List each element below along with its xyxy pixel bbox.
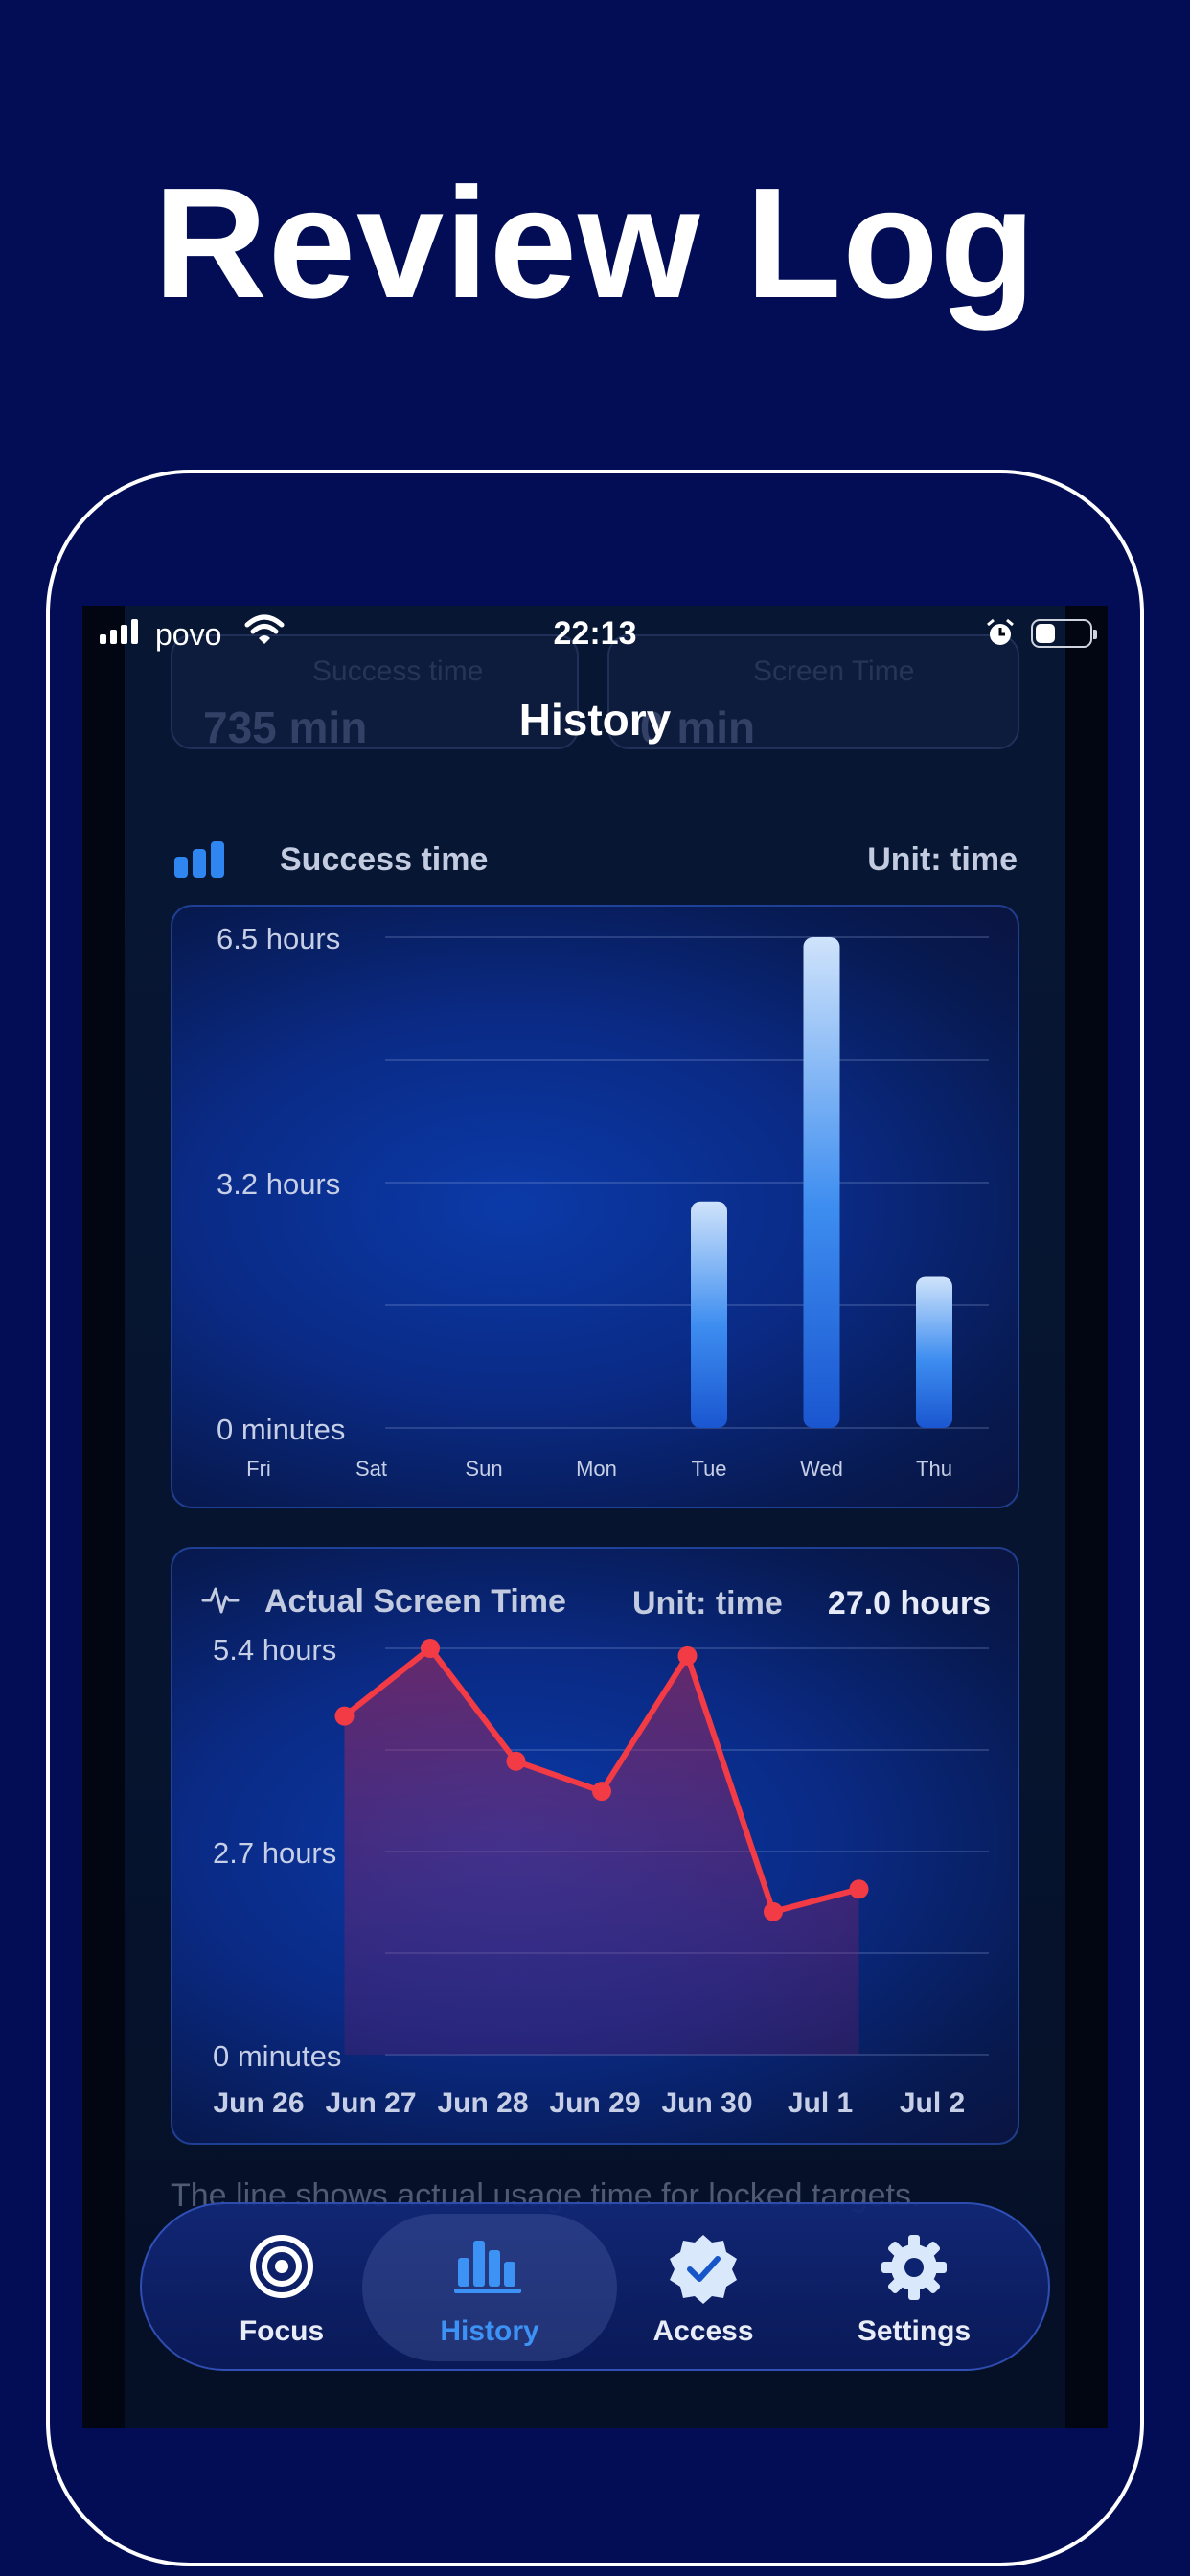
y-tick-label: 0 minutes — [217, 1413, 345, 1446]
x-tick-label: Mon — [576, 1457, 617, 1481]
bar — [916, 1276, 952, 1428]
page-title: History — [518, 695, 672, 745]
y-tick-label: 3.2 hours — [217, 1167, 340, 1201]
y-tick-label: 5.4 hours — [213, 1633, 336, 1667]
data-point — [592, 1782, 611, 1802]
chart-unit: Unit: time — [632, 1585, 783, 1622]
screen-background — [125, 606, 1065, 2428]
tab-label: Focus — [239, 2315, 325, 2347]
x-tick-label: Jun 27 — [325, 2087, 416, 2119]
y-tick-label: 2.7 hours — [213, 1836, 336, 1870]
pulse-icon — [201, 1587, 240, 1614]
data-point — [334, 1706, 355, 1726]
x-tick-label: Tue — [691, 1457, 726, 1481]
data-point — [764, 1901, 783, 1921]
status-bar: povo 22:13 — [82, 606, 1108, 663]
x-tick-label: Wed — [800, 1457, 843, 1481]
x-tick-label: Jun 28 — [437, 2087, 528, 2119]
tab-access[interactable]: Access — [598, 2204, 809, 2373]
success-time-chart-card: 6.5 hours 3.2 hours 0 minutes Fri Sat Sun Mon… — [171, 905, 1019, 1508]
gear-icon — [881, 2235, 947, 2300]
tab-label: History — [440, 2315, 539, 2347]
x-tick-label: Jul 1 — [788, 2087, 853, 2119]
bar — [803, 937, 840, 1428]
x-tick-label: Sat — [355, 1457, 387, 1481]
y-tick-label: 0 minutes — [213, 2039, 341, 2073]
headline: Review Log — [153, 155, 1037, 331]
alarm-icon — [987, 618, 1014, 645]
app-screen: Success time 735 min Screen Time 0 min p… — [82, 606, 1108, 2428]
battery-icon — [1031, 619, 1097, 648]
tab-history[interactable]: History — [362, 2204, 617, 2373]
data-point — [506, 1751, 526, 1771]
data-point — [677, 1645, 698, 1666]
bar-chart-icon — [174, 840, 224, 878]
chart-title: Actual Screen Time — [264, 1583, 566, 1620]
tab-label: Access — [652, 2315, 754, 2347]
data-point — [849, 1879, 869, 1899]
x-tick-label: Thu — [916, 1457, 952, 1481]
data-point — [421, 1639, 440, 1658]
target-icon — [250, 2235, 313, 2298]
tab-settings[interactable]: Settings — [809, 2204, 1019, 2373]
section-unit: Unit: time — [867, 841, 1018, 878]
bar — [691, 1201, 727, 1428]
tab-bar: Focus History Access Settings — [140, 2202, 1050, 2371]
x-tick-label: Jun 29 — [549, 2087, 640, 2119]
chart-header: Actual Screen Time Unit: time 27.0 hours — [172, 1549, 1018, 1635]
bar-chart-icon — [454, 2241, 521, 2293]
tab-focus[interactable]: Focus — [176, 2204, 387, 2373]
x-tick-label: Jun 26 — [213, 2087, 304, 2119]
chart-total: 27.0 hours — [827, 1585, 991, 1622]
section-title: Success time — [280, 841, 489, 878]
verified-badge-icon — [670, 2235, 737, 2304]
x-tick-label: Fri — [246, 1457, 271, 1481]
screen-time-chart-card: Actual Screen Time Unit: time 27.0 hours… — [171, 1547, 1019, 2145]
success-time-chart: 6.5 hours 3.2 hours 0 minutes Fri Sat Sun Mon… — [217, 922, 989, 1481]
x-tick-label: Jun 30 — [661, 2087, 752, 2119]
x-tick-label: Jul 2 — [900, 2087, 965, 2119]
tab-label: Settings — [857, 2315, 972, 2347]
y-tick-label: 6.5 hours — [217, 922, 340, 955]
status-time: 22:13 — [553, 615, 637, 652]
screen-time-chart: 5.4 hours 2.7 hours 0 minutes Jun 26 Jun 27… — [213, 1633, 989, 2119]
x-tick-label: Sun — [465, 1457, 502, 1481]
